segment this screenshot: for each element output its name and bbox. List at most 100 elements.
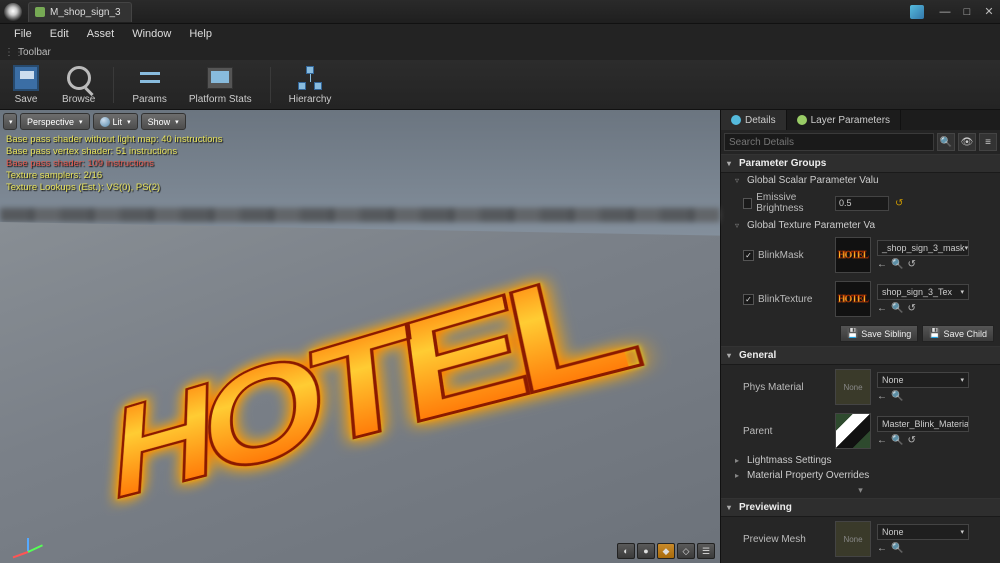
blinkmask-thumbnail[interactable]: HOTEL: [835, 237, 871, 273]
toolbar-separator: [113, 67, 114, 103]
emissive-value-input[interactable]: 0.5: [835, 196, 889, 211]
menu-window[interactable]: Window: [124, 26, 179, 42]
parent-thumbnail[interactable]: [835, 413, 871, 449]
browse-button[interactable]: Browse: [56, 62, 101, 107]
subcat-global-texture[interactable]: Global Texture Parameter Va: [721, 218, 1000, 233]
reset-icon[interactable]: ↺: [907, 435, 915, 446]
floppy-icon: [13, 65, 39, 91]
use-selected-icon[interactable]: ←: [877, 259, 887, 270]
browse-asset-icon[interactable]: 🔍: [891, 435, 903, 446]
maximize-button[interactable]: □: [960, 6, 974, 18]
hierarchy-icon: [298, 66, 322, 90]
toolbar: Save Browse Params Platform Stats Hierar…: [0, 60, 1000, 110]
hierarchy-button[interactable]: Hierarchy: [283, 62, 338, 107]
emissive-checkbox[interactable]: [743, 198, 752, 209]
menu-file[interactable]: File: [6, 26, 40, 42]
blinktex-asset-dropdown[interactable]: shop_sign_3_Tex: [877, 284, 969, 300]
settings-button[interactable]: ≡: [979, 133, 997, 151]
row-phys-material: Phys Material None None ←🔍: [721, 365, 1000, 409]
search-details-input[interactable]: [724, 133, 934, 151]
blinkmask-checkbox[interactable]: ✓: [743, 250, 754, 261]
viewport-horizon: [0, 208, 720, 222]
sliders-icon: [138, 66, 162, 90]
row-emissive-brightness: Emissive Brightness 0.5 ↺: [721, 188, 1000, 218]
save-child-button[interactable]: 💾 Save Child: [922, 325, 994, 342]
close-button[interactable]: ✕: [982, 5, 996, 18]
row-blinktexture: ✓BlinkTexture HOTEL shop_sign_3_Tex ←🔍↺: [721, 277, 1000, 321]
category-previewing[interactable]: Previewing: [721, 498, 1000, 517]
params-button[interactable]: Params: [126, 62, 172, 107]
preview-mesh-thumbnail[interactable]: None: [835, 521, 871, 557]
menu-edit[interactable]: Edit: [42, 26, 77, 42]
save-sibling-button[interactable]: 💾 Save Sibling: [840, 325, 918, 342]
toolbar-label: Toolbar: [18, 47, 51, 58]
row-blinkmask: ✓BlinkMask HOTEL _shop_sign_3_mask ←🔍↺: [721, 233, 1000, 277]
unreal-logo-icon: [4, 3, 22, 21]
expand-advanced-icon[interactable]: ▾: [721, 483, 1000, 498]
menu-asset[interactable]: Asset: [79, 26, 123, 42]
view-options-button[interactable]: 👁: [958, 133, 976, 151]
toolbar-separator: [270, 67, 271, 103]
shape-plane-button[interactable]: ◆: [657, 543, 675, 559]
viewport-toolbar: Perspective Lit Show: [3, 113, 186, 130]
row-preview-mesh: Preview Mesh None None ←🔍: [721, 517, 1000, 561]
reset-icon[interactable]: ↺: [907, 259, 915, 270]
phys-asset-dropdown[interactable]: None: [877, 372, 969, 388]
asset-tab[interactable]: M_shop_sign_3: [28, 2, 132, 22]
use-selected-icon[interactable]: ←: [877, 543, 887, 554]
subcat-overrides[interactable]: Material Property Overrides: [721, 468, 1000, 483]
reset-icon[interactable]: ↺: [895, 198, 903, 209]
save-button[interactable]: Save: [6, 62, 46, 107]
axis-gizmo: [10, 521, 46, 557]
shape-sphere-button[interactable]: ●: [637, 543, 655, 559]
browse-asset-icon[interactable]: 🔍: [891, 303, 903, 314]
shape-cube-button[interactable]: ◇: [677, 543, 695, 559]
blinkmask-asset-dropdown[interactable]: _shop_sign_3_mask: [877, 240, 969, 256]
browse-asset-icon[interactable]: 🔍: [891, 543, 903, 554]
minimize-button[interactable]: —: [938, 6, 952, 18]
asset-tab-label: M_shop_sign_3: [50, 7, 121, 18]
menu-bar: File Edit Asset Window Help: [0, 24, 1000, 44]
material-viewport[interactable]: HOTEL Perspective Lit Show Base pass sha…: [0, 110, 720, 563]
toolbar-header: ⋮⋮ Toolbar: [0, 44, 1000, 60]
use-selected-icon[interactable]: ←: [877, 435, 887, 446]
lit-mode-button[interactable]: Lit: [93, 113, 138, 130]
menu-help[interactable]: Help: [181, 26, 220, 42]
wand-icon[interactable]: [910, 5, 924, 19]
phys-thumbnail[interactable]: None: [835, 369, 871, 405]
use-selected-icon[interactable]: ←: [877, 391, 887, 402]
category-general[interactable]: General: [721, 346, 1000, 365]
platform-stats-button[interactable]: Platform Stats: [183, 62, 258, 107]
browse-asset-icon[interactable]: 🔍: [891, 391, 903, 402]
stats-icon: [207, 67, 233, 89]
shader-stats: Base pass shader without light map: 40 i…: [6, 134, 223, 194]
details-panel: Details Layer Parameters 🔍 👁 ≡ Parameter…: [720, 110, 1000, 563]
show-button[interactable]: Show: [141, 113, 186, 130]
search-button[interactable]: 🔍: [937, 133, 955, 151]
preview-mesh-dropdown[interactable]: None: [877, 524, 969, 540]
material-icon: [35, 7, 45, 17]
shape-cylinder-button[interactable]: ◐: [617, 543, 635, 559]
viewport-shape-toolbar: ◐ ● ◆ ◇ ☰: [617, 543, 715, 559]
title-bar: M_shop_sign_3 — □ ✕: [0, 0, 1000, 24]
layers-icon: [797, 115, 807, 125]
blinktex-thumbnail[interactable]: HOTEL: [835, 281, 871, 317]
parent-asset-dropdown[interactable]: Master_Blink_Material: [877, 416, 969, 432]
perspective-button[interactable]: Perspective: [20, 113, 90, 130]
row-parent: Parent Master_Blink_Material ←🔍↺: [721, 409, 1000, 453]
category-parameter-groups[interactable]: Parameter Groups: [721, 154, 1000, 173]
tab-details[interactable]: Details: [721, 110, 787, 130]
subcat-lightmass[interactable]: Lightmass Settings: [721, 453, 1000, 468]
use-selected-icon[interactable]: ←: [877, 303, 887, 314]
magnifier-icon: [67, 66, 91, 90]
browse-asset-icon[interactable]: 🔍: [891, 259, 903, 270]
viewport-options-button[interactable]: [3, 113, 17, 130]
tab-layer-parameters[interactable]: Layer Parameters: [787, 110, 901, 130]
blinktex-checkbox[interactable]: ✓: [743, 294, 754, 305]
shape-custom-button[interactable]: ☰: [697, 543, 715, 559]
details-icon: [731, 115, 741, 125]
reset-icon[interactable]: ↺: [907, 303, 915, 314]
toolbar-grip-icon[interactable]: ⋮⋮: [4, 47, 14, 58]
subcat-global-scalar[interactable]: Global Scalar Parameter Valu: [721, 173, 1000, 188]
lit-sphere-icon: [100, 117, 110, 127]
